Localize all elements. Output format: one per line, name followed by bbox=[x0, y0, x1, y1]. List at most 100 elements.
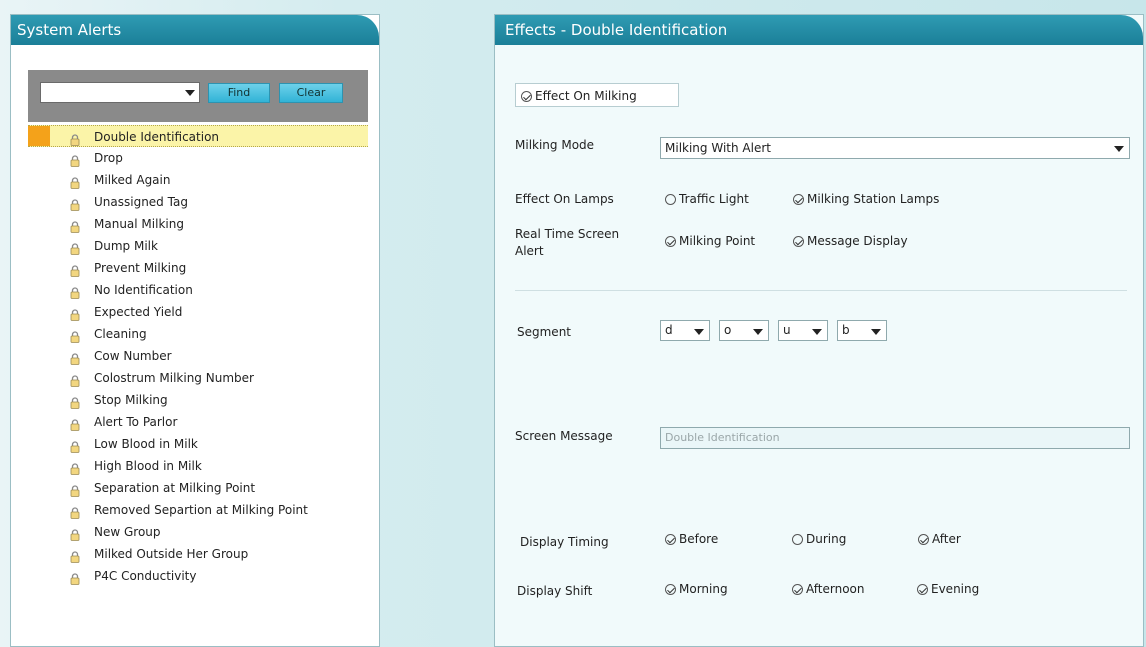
alert-list-item[interactable]: Prevent Milking bbox=[28, 257, 368, 279]
effects-title: Effects - Double Identification bbox=[495, 15, 1143, 45]
milking-mode-label: Milking Mode bbox=[515, 138, 595, 152]
morning-label: Morning bbox=[679, 582, 728, 596]
segment-select-4[interactable]: b bbox=[837, 320, 887, 341]
alert-list-item[interactable]: P4C Conductivity bbox=[28, 565, 368, 587]
lock-icon bbox=[70, 350, 80, 365]
milking-point-checkbox[interactable]: Milking Point bbox=[665, 234, 755, 248]
segment-value-2: o bbox=[724, 323, 732, 337]
circle-icon bbox=[665, 193, 676, 205]
before-label: Before bbox=[679, 532, 719, 546]
alert-list-item-label: Colostrum Milking Number bbox=[94, 371, 254, 385]
alert-list-item-label: Drop bbox=[94, 151, 123, 165]
alert-list-item[interactable]: New Group bbox=[28, 521, 368, 543]
effect-on-milking-checkbox[interactable]: Effect On Milking bbox=[521, 89, 637, 103]
chevron-down-icon[interactable] bbox=[185, 90, 195, 96]
lock-icon bbox=[70, 372, 80, 387]
alert-list-item[interactable]: Double Identification bbox=[28, 125, 368, 147]
lock-icon bbox=[70, 152, 80, 167]
alert-list-item[interactable]: Cleaning bbox=[28, 323, 368, 345]
search-dropdown[interactable] bbox=[40, 82, 200, 103]
alert-list-item-label: Low Blood in Milk bbox=[94, 437, 198, 451]
alert-list-item[interactable]: Dump Milk bbox=[28, 235, 368, 257]
lock-icon bbox=[70, 526, 80, 541]
alert-list-item-label: Expected Yield bbox=[94, 305, 183, 319]
alert-list-item-label: Separation at Milking Point bbox=[94, 481, 256, 495]
milking-station-lamps-radio[interactable]: Milking Station Lamps bbox=[793, 192, 939, 206]
lock-icon bbox=[70, 131, 80, 146]
chevron-down-icon[interactable] bbox=[694, 329, 704, 335]
real-time-alert-label-line2: Alert bbox=[515, 244, 544, 258]
check-circle-icon bbox=[521, 90, 532, 102]
milking-mode-select[interactable]: Milking With Alert bbox=[660, 137, 1130, 159]
evening-checkbox[interactable]: Evening bbox=[917, 582, 979, 596]
after-checkbox[interactable]: After bbox=[918, 532, 961, 546]
traffic-light-radio[interactable]: Traffic Light bbox=[665, 192, 749, 206]
afternoon-label: Afternoon bbox=[806, 582, 865, 596]
chevron-down-icon[interactable] bbox=[1114, 146, 1124, 152]
screen-message-input[interactable]: Double Identification bbox=[660, 427, 1130, 449]
alert-list-item[interactable]: Milked Again bbox=[28, 169, 368, 191]
lock-icon bbox=[70, 284, 80, 299]
alert-list-item-label: Cow Number bbox=[94, 349, 172, 363]
alert-list-item[interactable]: Separation at Milking Point bbox=[28, 477, 368, 499]
real-time-alert-label-line1: Real Time Screen bbox=[515, 227, 620, 241]
alert-list-item-label: Manual Milking bbox=[94, 217, 184, 231]
alert-list-item-label: New Group bbox=[94, 525, 161, 539]
alert-list-item[interactable]: Removed Separtion at Milking Point bbox=[28, 499, 368, 521]
check-circle-icon bbox=[793, 235, 804, 247]
segment-select-3[interactable]: u bbox=[778, 320, 828, 341]
alert-list-item[interactable]: Unassigned Tag bbox=[28, 191, 368, 213]
message-display-label: Message Display bbox=[807, 234, 908, 248]
alert-list-item-label: Cleaning bbox=[94, 327, 147, 341]
lock-icon bbox=[70, 262, 80, 277]
alert-list-item[interactable]: Drop bbox=[28, 147, 368, 169]
lock-icon bbox=[70, 306, 80, 321]
alert-list-item[interactable]: No Identification bbox=[28, 279, 368, 301]
chevron-down-icon[interactable] bbox=[871, 329, 881, 335]
alert-list-item[interactable]: Low Blood in Milk bbox=[28, 433, 368, 455]
alert-list-item-label: Alert To Parlor bbox=[94, 415, 178, 429]
morning-checkbox[interactable]: Morning bbox=[665, 582, 728, 596]
alert-list: Double Identification Drop Milked Again Una… bbox=[28, 125, 368, 587]
alert-list-item[interactable]: Stop Milking bbox=[28, 389, 368, 411]
evening-label: Evening bbox=[931, 582, 980, 596]
alert-list-item-label: High Blood in Milk bbox=[94, 459, 202, 473]
lock-icon bbox=[70, 438, 80, 453]
segment-select-1[interactable]: d bbox=[660, 320, 710, 341]
alert-list-item[interactable]: Colostrum Milking Number bbox=[28, 367, 368, 389]
alert-list-item-label: Prevent Milking bbox=[94, 261, 187, 275]
system-alerts-title: System Alerts bbox=[11, 15, 379, 45]
before-checkbox[interactable]: Before bbox=[665, 532, 718, 546]
display-timing-label: Display Timing bbox=[520, 535, 609, 549]
chevron-down-icon[interactable] bbox=[812, 329, 822, 335]
search-toolbar: Find Clear bbox=[28, 70, 368, 122]
milking-station-lamps-label: Milking Station Lamps bbox=[807, 192, 940, 206]
alert-list-item-label: Removed Separtion at Milking Point bbox=[94, 503, 308, 517]
find-button[interactable]: Find bbox=[208, 83, 270, 103]
milking-point-label: Milking Point bbox=[679, 234, 756, 248]
check-circle-icon bbox=[665, 235, 676, 247]
display-shift-label: Display Shift bbox=[517, 584, 593, 598]
alert-list-item-label: Milked Outside Her Group bbox=[94, 547, 249, 561]
during-checkbox[interactable]: During bbox=[792, 532, 846, 546]
alert-list-item[interactable]: High Blood in Milk bbox=[28, 455, 368, 477]
lock-icon bbox=[70, 548, 80, 563]
alert-list-item[interactable]: Alert To Parlor bbox=[28, 411, 368, 433]
chevron-down-icon[interactable] bbox=[753, 329, 763, 335]
alert-list-item-label: P4C Conductivity bbox=[94, 569, 197, 583]
alert-list-item[interactable]: Manual Milking bbox=[28, 213, 368, 235]
segment-label: Segment bbox=[517, 325, 571, 339]
check-circle-icon bbox=[792, 583, 803, 595]
segment-select-2[interactable]: o bbox=[719, 320, 769, 341]
clear-button[interactable]: Clear bbox=[279, 83, 343, 103]
afternoon-checkbox[interactable]: Afternoon bbox=[792, 582, 865, 596]
effect-on-milking-box: Effect On Milking bbox=[515, 83, 679, 107]
alert-list-item[interactable]: Expected Yield bbox=[28, 301, 368, 323]
lock-icon bbox=[70, 394, 80, 409]
message-display-checkbox[interactable]: Message Display bbox=[793, 234, 908, 248]
lock-icon bbox=[70, 482, 80, 497]
alert-list-item[interactable]: Cow Number bbox=[28, 345, 368, 367]
selection-marker bbox=[28, 126, 50, 146]
lock-icon bbox=[70, 416, 80, 431]
alert-list-item[interactable]: Milked Outside Her Group bbox=[28, 543, 368, 565]
